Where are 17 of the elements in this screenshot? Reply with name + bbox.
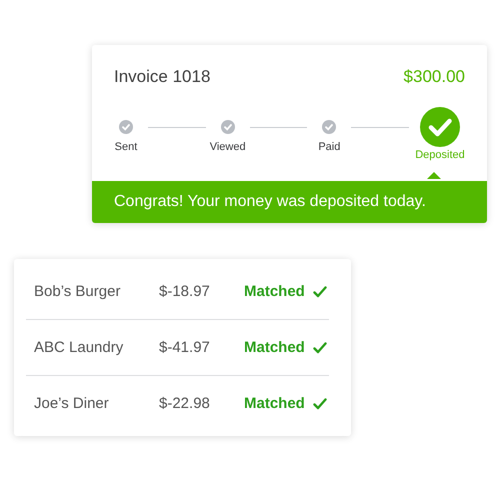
step-label: Sent [114, 141, 138, 153]
payee-name: ABC Laundry [33, 339, 124, 356]
match-status: Matched [244, 283, 305, 300]
step-label: Paid [318, 141, 340, 153]
invoice-amount: $300.00 [404, 67, 465, 87]
transaction-amount: $-18.97 [159, 283, 211, 300]
transaction-amount: $-41.97 [159, 339, 211, 356]
payee-name: Joe’s Diner [33, 395, 110, 412]
match-status: Matched [244, 395, 305, 412]
transaction-amount: $-22.98 [159, 395, 211, 412]
pointer-icon [427, 172, 441, 179]
banner-text: Congrats! Your money was deposited today. [114, 193, 426, 210]
invoice-title: Invoice 1018 [114, 67, 210, 87]
payee-name: Bob’s Burger [33, 283, 122, 300]
step-label: Viewed [210, 141, 246, 153]
match-status: Matched [244, 339, 305, 356]
step-label: Deposited [415, 149, 465, 161]
